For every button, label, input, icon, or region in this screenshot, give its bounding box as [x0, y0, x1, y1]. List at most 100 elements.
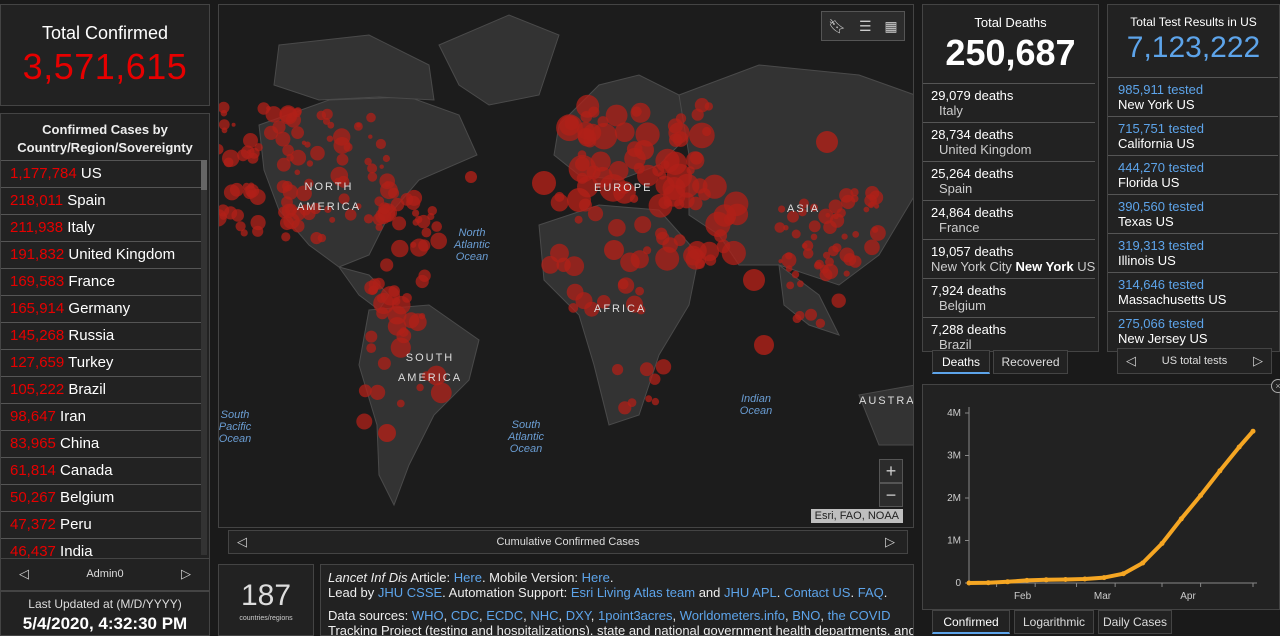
case-bubble[interactable] [618, 278, 629, 290]
zoom-in-button[interactable]: + [879, 459, 903, 483]
case-bubble[interactable] [378, 202, 391, 215]
case-bubble[interactable] [382, 154, 390, 163]
case-bubble[interactable] [310, 232, 323, 245]
case-bubble[interactable] [556, 114, 583, 142]
tab-confirmed[interactable]: Confirmed [932, 610, 1010, 634]
country-row[interactable]: 211,938 Italy [1, 214, 204, 241]
case-bubble[interactable] [614, 122, 635, 142]
case-bubble[interactable] [685, 249, 707, 270]
case-bubble[interactable] [377, 356, 391, 370]
data-source-link[interactable]: DXY [566, 608, 591, 623]
case-bubble[interactable] [691, 108, 704, 121]
case-bubble[interactable] [415, 215, 423, 224]
case-bubble[interactable] [841, 233, 848, 240]
case-bubble[interactable] [375, 138, 386, 150]
case-bubble[interactable] [743, 269, 765, 291]
case-bubble[interactable] [620, 252, 640, 273]
case-bubble[interactable] [726, 203, 749, 226]
case-bubble[interactable] [366, 112, 376, 123]
case-bubble[interactable] [808, 220, 821, 233]
case-bubble[interactable] [391, 295, 411, 315]
case-bubble[interactable] [574, 215, 583, 224]
next-layer-icon[interactable]: ▷ [885, 531, 895, 553]
case-bubble[interactable] [403, 312, 420, 329]
case-bubble[interactable] [333, 137, 351, 154]
case-bubble[interactable] [220, 109, 228, 117]
case-bubble[interactable] [655, 359, 672, 375]
case-bubble[interactable] [390, 197, 405, 212]
jhu-apl-link[interactable]: JHU APL [724, 585, 777, 600]
country-row[interactable]: 98,647 Iran [1, 403, 204, 430]
tab-logarithmic[interactable]: Logarithmic [1014, 610, 1094, 634]
case-bubble[interactable] [326, 135, 334, 142]
prev-tests-icon[interactable]: ◁ [1126, 349, 1136, 373]
case-bubble[interactable] [791, 229, 801, 239]
bookmark-icon[interactable]: 🔖︎ [828, 18, 846, 35]
case-bubble[interactable] [254, 143, 263, 152]
case-bubble[interactable] [612, 364, 624, 376]
deaths-row[interactable]: 28,734 deaths United Kingdom [923, 122, 1095, 161]
case-bubble[interactable] [294, 169, 301, 176]
next-arrow-icon[interactable]: ▷ [181, 559, 191, 589]
country-row[interactable]: 145,268 Russia [1, 322, 204, 349]
case-bubble[interactable] [643, 246, 652, 255]
country-row[interactable]: 83,965 China [1, 430, 204, 457]
case-bubble[interactable] [836, 208, 846, 218]
deaths-row[interactable]: 7,924 deaths Belgium [923, 278, 1095, 317]
faq-link[interactable]: FAQ [858, 585, 884, 600]
case-bubble[interactable] [380, 258, 394, 272]
case-bubble[interactable] [231, 209, 244, 222]
case-bubble[interactable] [864, 239, 880, 256]
case-bubble[interactable] [655, 175, 675, 195]
case-bubble[interactable] [368, 285, 379, 295]
case-bubble[interactable] [652, 164, 665, 177]
case-bubble[interactable] [658, 196, 671, 209]
case-bubble[interactable] [580, 111, 593, 123]
case-bubble[interactable] [550, 243, 569, 263]
case-bubble[interactable] [282, 144, 294, 157]
case-bubble[interactable] [280, 216, 294, 231]
data-source-link[interactable]: the COVID [828, 608, 891, 623]
case-bubble[interactable] [431, 221, 442, 232]
case-bubble[interactable] [566, 283, 584, 301]
case-bubble[interactable] [465, 171, 477, 183]
case-bubble[interactable] [864, 194, 877, 207]
case-bubble[interactable] [235, 221, 246, 232]
data-source-link[interactable]: BNO [792, 608, 820, 623]
case-bubble[interactable] [863, 206, 870, 213]
case-bubble[interactable] [795, 310, 805, 321]
case-bubble[interactable] [266, 105, 271, 111]
data-source-link[interactable]: CDC [451, 608, 479, 623]
case-bubble[interactable] [410, 241, 417, 248]
country-row[interactable]: 218,011 Spain [1, 187, 204, 214]
case-bubble[interactable] [608, 219, 626, 237]
case-bubble[interactable] [634, 140, 654, 160]
world-map[interactable]: 🔖︎ ☰ ▦ + − Esri, FAO, NOAA NORTH AMERICA… [218, 4, 914, 528]
tests-row[interactable]: 314,646 tested Massachusetts US [1108, 272, 1278, 311]
zoom-out-button[interactable]: − [879, 483, 903, 507]
tests-row[interactable]: 715,751 tested California US [1108, 116, 1278, 155]
jhu-csse-link[interactable]: JHU CSSE [378, 585, 442, 600]
case-bubble[interactable] [567, 188, 591, 212]
case-bubble[interactable] [785, 265, 793, 272]
case-bubble[interactable] [368, 134, 373, 139]
mobile-link[interactable]: Here [582, 570, 610, 585]
case-bubble[interactable] [639, 362, 654, 377]
case-bubble[interactable] [634, 216, 652, 234]
case-bubble[interactable] [778, 259, 783, 264]
country-row[interactable]: 127,659 Turkey [1, 349, 204, 376]
case-bubble[interactable] [231, 122, 236, 127]
tests-row[interactable]: 444,270 tested Florida US [1108, 155, 1278, 194]
case-bubble[interactable] [815, 318, 826, 328]
case-bubble[interactable] [778, 205, 786, 213]
data-source-link[interactable]: WHO [412, 608, 444, 623]
data-source-link[interactable]: Worldometers.info [680, 608, 785, 623]
case-bubble[interactable] [379, 164, 384, 169]
data-source-link[interactable]: 1point3acres [598, 608, 672, 623]
case-bubble[interactable] [532, 171, 556, 195]
article-link[interactable]: Here [454, 570, 482, 585]
case-bubble[interactable] [354, 122, 363, 131]
scrollbar-thumb[interactable] [201, 160, 207, 190]
deaths-row[interactable]: 24,864 deaths France [923, 200, 1095, 239]
case-bubble[interactable] [635, 286, 644, 296]
